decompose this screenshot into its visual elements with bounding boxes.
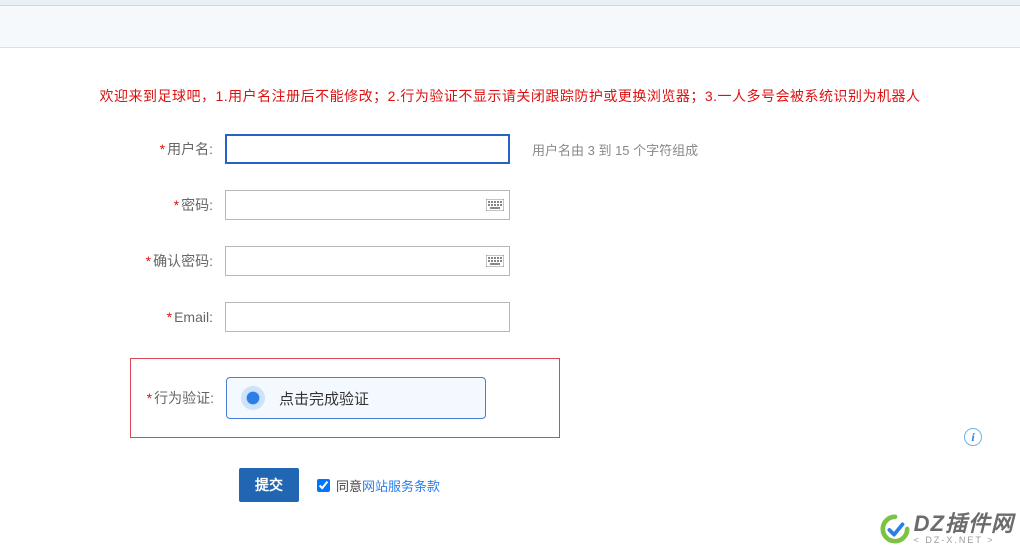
agree-label[interactable]: 同意网站服务条款 [317,476,440,495]
row-username: *用户名: 用户名由 3 到 15 个字符组成 [30,134,990,164]
required-marker: * [146,253,151,269]
agree-text: 同意 [336,476,362,495]
label-confirm-password: *确认密码: [30,251,225,271]
submit-button[interactable]: 提交 [239,468,299,502]
label-email: *Email: [30,309,225,325]
notice-text: 欢迎来到足球吧，1.用户名注册后不能修改；2.行为验证不显示请关闭跟踪防护或更换… [30,86,990,106]
captcha-button[interactable]: 点击完成验证 [226,377,486,419]
required-marker: * [167,309,172,325]
submit-row: 提交 同意网站服务条款 [30,468,990,502]
watermark-logo-icon [880,514,910,544]
keyboard-icon[interactable] [486,255,504,267]
info-icon[interactable]: i [964,428,982,446]
label-username: *用户名: [30,139,225,159]
required-marker: * [174,197,179,213]
row-confirm-password: *确认密码: [30,246,990,276]
header-spacer [0,6,1020,48]
watermark: DZ插件网 < DZ-X.NET > [880,513,1014,545]
input-col-username: 用户名由 3 到 15 个字符组成 [225,134,698,164]
registration-form: 欢迎来到足球吧，1.用户名注册后不能修改；2.行为验证不显示请关闭跟踪防护或更换… [0,48,1020,502]
captcha-text: 点击完成验证 [279,388,369,409]
agree-checkbox[interactable] [317,479,330,492]
input-col-email [225,302,510,332]
watermark-sub: < DZ-X.NET > [914,535,1014,545]
row-email: *Email: [30,302,990,332]
input-col-confirm [225,246,510,276]
keyboard-icon[interactable] [486,199,504,211]
username-input[interactable] [225,134,510,164]
email-input[interactable] [225,302,510,332]
row-password: *密码: [30,190,990,220]
required-marker: * [147,390,152,406]
tos-link[interactable]: 网站服务条款 [362,476,440,495]
label-verify: *行为验证: [131,388,226,408]
required-marker: * [160,141,165,157]
label-password: *密码: [30,195,225,215]
username-hint: 用户名由 3 到 15 个字符组成 [532,140,698,159]
confirm-password-input[interactable] [225,246,510,276]
captcha-dot-icon [241,386,265,410]
password-input[interactable] [225,190,510,220]
verify-box: *行为验证: 点击完成验证 [130,358,560,438]
watermark-brand: DZ插件网 [914,513,1014,535]
input-col-password [225,190,510,220]
